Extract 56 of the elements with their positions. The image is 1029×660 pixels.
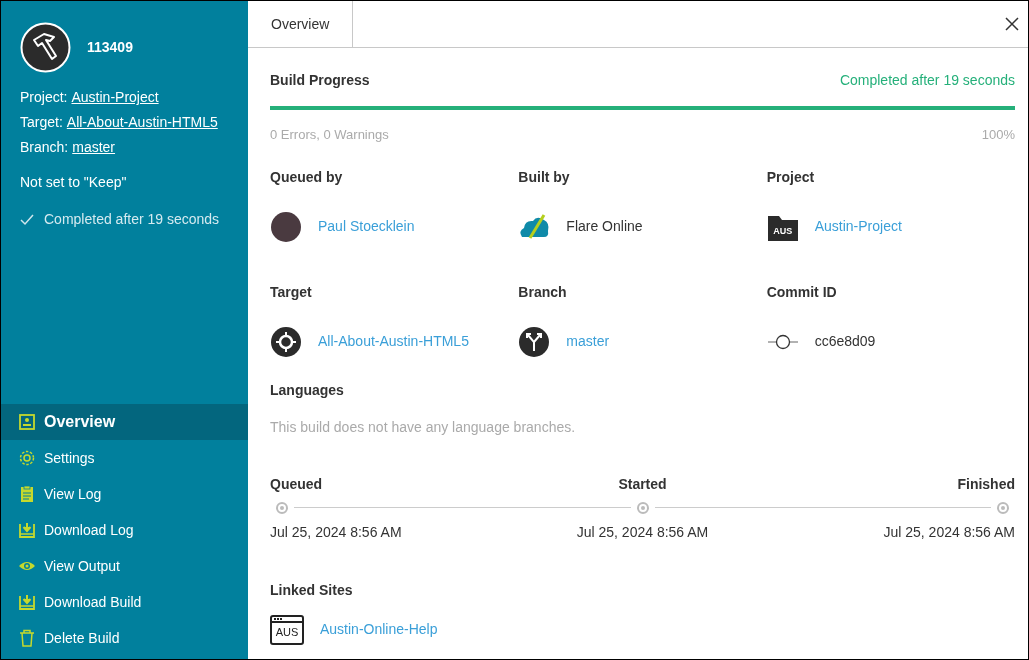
field-value: Flare Online [566, 217, 643, 236]
avatar-icon [270, 210, 302, 243]
field-link[interactable]: Paul Stoecklein [318, 216, 415, 237]
field-label: Queued by [270, 167, 344, 187]
section-title: Linked Sites [270, 580, 354, 600]
nav-item[interactable]: Overview [1, 404, 248, 440]
field-label: Built by [518, 167, 571, 187]
nav-item[interactable]: View Output [1, 548, 248, 584]
nav-item[interactable]: Settings [1, 440, 248, 476]
download-icon [18, 593, 36, 611]
field-link[interactable]: All-About-Austin-HTML5 [318, 331, 469, 352]
detail-link[interactable]: Austin-Project [71, 87, 159, 108]
site-link[interactable]: Austin-Online-Help [320, 619, 438, 640]
section-title: Languages [270, 380, 345, 400]
detail-link[interactable]: All-About-Austin-HTML5 [66, 112, 218, 133]
progress-percent: 100% [981, 126, 1015, 144]
keep-status: Not set to "Keep" [19, 173, 128, 192]
trash-icon [18, 629, 36, 647]
build-number: 113409 [87, 38, 133, 57]
tab[interactable]: Overview [248, 1, 354, 47]
detail-link[interactable]: master [72, 137, 116, 158]
branch-icon [518, 325, 551, 358]
nav-item[interactable]: Download Build [1, 584, 248, 620]
detail-label: Project: [20, 88, 68, 107]
detail-label: Target: [20, 113, 63, 132]
timeline-time: Jul 25, 2024 8:56 AM [576, 523, 709, 540]
timeline-label: Finished [957, 475, 1015, 492]
clipboard-icon [18, 485, 36, 503]
download-icon [18, 521, 36, 539]
timeline-time: Jul 25, 2024 8:56 AM [883, 523, 1015, 540]
field-link[interactable]: master [566, 331, 610, 352]
section-title: Build Progress [270, 71, 370, 90]
nav-item[interactable]: Delete Build [1, 620, 248, 656]
id-card-icon [18, 413, 36, 431]
nav-item[interactable]: View Log [1, 476, 248, 512]
empty-message: This build does not have any language branches. [270, 417, 577, 437]
nav-item[interactable]: Download Log [1, 512, 248, 548]
settings-icon [18, 449, 36, 467]
check-icon [20, 213, 34, 226]
hammer-icon [20, 22, 71, 73]
detail-label: Branch: [20, 138, 69, 157]
field-value: cc6e8d09 [814, 332, 876, 351]
progress-status: Completed after 19 seconds [839, 71, 1015, 90]
timeline-time: Jul 25, 2024 8:56 AM [270, 523, 402, 540]
timeline-label: Started [618, 475, 667, 492]
field-label: Commit ID [766, 282, 838, 302]
close-icon[interactable] [1005, 17, 1019, 31]
issue-count: 0 Errors, 0 Warnings [270, 126, 389, 144]
field-label: Project [766, 167, 816, 187]
browser-window-icon: AUS [270, 614, 304, 645]
field-label: Target [270, 282, 313, 302]
field-link[interactable]: Austin-Project [814, 216, 902, 237]
build-status: Completed after 19 seconds [44, 210, 220, 229]
timeline-label: Queued [270, 475, 323, 492]
target-icon [270, 325, 302, 358]
field-label: Branch [518, 282, 568, 302]
